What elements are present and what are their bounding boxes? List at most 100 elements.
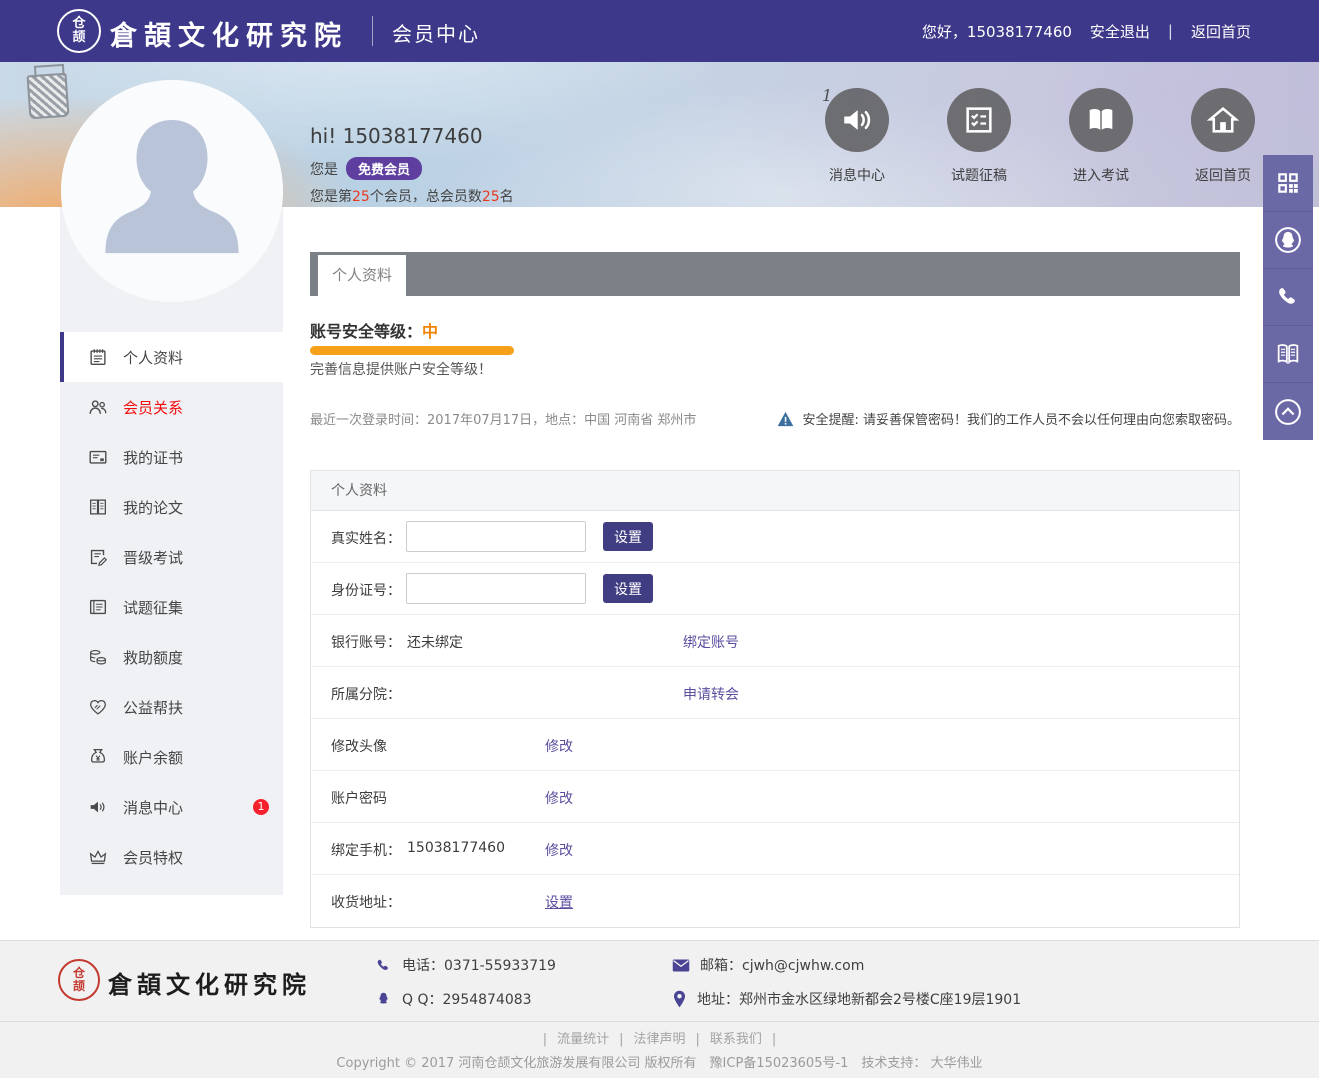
- footer-brand: 倉頡文化研究院: [108, 965, 311, 1000]
- sidebar-item-question-collection[interactable]: 试题征集: [60, 582, 283, 632]
- change-phone-link[interactable]: 修改: [545, 840, 573, 860]
- question-book-icon: [87, 596, 109, 618]
- bind-bank-link[interactable]: 绑定账号: [683, 632, 739, 652]
- coins-icon: [87, 646, 109, 668]
- sidebar-item-label: 会员关系: [123, 397, 183, 418]
- guide-book-button[interactable]: [1263, 326, 1313, 383]
- row-bound-phone: 绑定手机： 15038177460 修改: [311, 823, 1239, 875]
- sidebar-item-label: 我的论文: [123, 497, 183, 518]
- home-link[interactable]: 返回首页: [1191, 21, 1251, 42]
- phone-label: 绑定手机：: [331, 840, 401, 860]
- avatar[interactable]: [61, 80, 283, 302]
- qr-code-icon: [1275, 170, 1301, 196]
- qr-code-button[interactable]: [1263, 155, 1313, 212]
- id-number-input[interactable]: [406, 573, 586, 604]
- sidebar-item-member-relations[interactable]: 会员关系: [60, 382, 283, 432]
- row-real-name: 真实姓名： 设置: [311, 511, 1239, 563]
- bank-label: 银行账号：: [331, 632, 401, 652]
- row-avatar: 修改头像 修改: [311, 719, 1239, 771]
- person-silhouette-icon: [61, 80, 283, 302]
- warning-triangle-icon: [777, 411, 794, 427]
- quick-enter-exam[interactable]: 进入考试: [1051, 88, 1151, 185]
- sidebar-item-profile[interactable]: 个人资料: [60, 332, 283, 382]
- header-divider: [372, 16, 373, 46]
- you-are-label: 您是: [310, 159, 338, 179]
- set-id-number-button[interactable]: 设置: [603, 574, 653, 603]
- logout-link[interactable]: 安全退出: [1090, 21, 1150, 42]
- quick-label: 消息中心: [807, 165, 907, 185]
- qq-label: Q Q：: [402, 992, 443, 1008]
- rank-mid: 个会员，总会员数: [370, 189, 482, 205]
- email-value: cjwh@cjwhw.com: [742, 958, 864, 974]
- footer-address-line: 地址：郑州市金水区绿地新都会2号楼C座19层1901: [672, 987, 1021, 1011]
- sidebar-item-promotion-exam[interactable]: 晋级考试: [60, 532, 283, 582]
- qq-icon: [1273, 225, 1303, 255]
- contact-us-link[interactable]: 联系我们: [710, 1032, 762, 1047]
- traffic-stats-link[interactable]: 流量统计: [557, 1032, 609, 1047]
- member-rank-line: 您是第25个会员，总会员数25名: [310, 186, 514, 206]
- sidebar-item-member-privileges[interactable]: 会员特权: [60, 832, 283, 882]
- sidebar-item-certificates[interactable]: 我的证书: [60, 432, 283, 482]
- sidebar-item-aid-quota[interactable]: 救助额度: [60, 632, 283, 682]
- row-bank-account: 银行账号： 还未绑定 绑定账号: [311, 615, 1239, 667]
- sidebar-item-label: 救助额度: [123, 647, 183, 668]
- sidebar-item-label: 会员特权: [123, 847, 183, 868]
- footer-qq-line: Q Q：2954874083: [375, 987, 556, 1011]
- phone-icon: [1275, 284, 1301, 310]
- sidebar-item-charity[interactable]: 公益帮扶: [60, 682, 283, 732]
- set-address-link[interactable]: 设置: [545, 892, 573, 912]
- brand-title: 倉頡文化研究院: [110, 14, 348, 53]
- security-warning: 安全提醒: 请妥善保管密码！我们的工作人员不会以任何理由向您索取密码。: [777, 409, 1240, 428]
- address-value: 郑州市金水区绿地新都会2号楼C座19层1901: [739, 992, 1021, 1008]
- bank-value: 还未绑定: [407, 632, 463, 652]
- book-icon: [1274, 340, 1302, 368]
- sidebar-item-label: 我的证书: [123, 447, 183, 468]
- quick-label: 试题征稿: [929, 165, 1029, 185]
- rank-prefix: 您是第: [310, 189, 352, 205]
- tab-profile[interactable]: 个人资料: [318, 255, 406, 296]
- quick-question-submission[interactable]: 试题征稿: [929, 88, 1029, 185]
- tab-bar: 个人资料: [310, 252, 1240, 296]
- login-info-row: 最近一次登录时间：2017年07月17日，地点：中国 河南省 郑州市 安全提醒:…: [310, 409, 1240, 428]
- id-number-label: 身份证号：: [331, 580, 401, 600]
- sidebar-item-label: 试题征集: [123, 597, 183, 618]
- heart-hands-icon: [87, 696, 109, 718]
- quick-back-home[interactable]: 返回首页: [1173, 88, 1273, 185]
- sidebar-item-message-center[interactable]: 消息中心 1: [60, 782, 283, 832]
- transfer-request-link[interactable]: 申请转会: [683, 684, 739, 704]
- footer: 仓 颉 倉頡文化研究院 电话：0371-55933719 Q Q：2954874…: [0, 940, 1319, 1078]
- security-level-title: 账号安全等级：中: [310, 318, 438, 342]
- total-members-number: 25: [482, 189, 500, 205]
- quick-message-center[interactable]: 消息中心: [807, 88, 907, 185]
- sidebar-item-balance[interactable]: 账户余额: [60, 732, 283, 782]
- phone-contact-button[interactable]: [1263, 269, 1313, 326]
- row-id-number: 身份证号： 设置: [311, 563, 1239, 615]
- row-branch: 所属分院： 申请转会: [311, 667, 1239, 719]
- free-member-badge: 免费会员: [346, 157, 422, 180]
- portal-title: 会员中心: [392, 18, 480, 47]
- rank-suffix: 名: [500, 189, 514, 205]
- quick-label: 返回首页: [1173, 165, 1273, 185]
- real-name-label: 真实姓名：: [331, 528, 401, 548]
- crown-icon: [87, 846, 109, 868]
- back-to-top-button[interactable]: [1263, 383, 1313, 440]
- sidebar-item-papers[interactable]: 我的论文: [60, 482, 283, 532]
- set-real-name-button[interactable]: 设置: [603, 522, 653, 551]
- sidebar-item-label: 消息中心: [123, 797, 183, 818]
- qq-contact-button[interactable]: [1263, 212, 1313, 269]
- qq-icon: [375, 991, 392, 1008]
- pipe: |: [543, 1032, 547, 1047]
- change-avatar-link[interactable]: 修改: [545, 736, 573, 756]
- footer-links: |流量统计|法律声明|联系我们|: [0, 1028, 1319, 1047]
- certificate-icon: [87, 446, 109, 468]
- legal-notice-link[interactable]: 法律声明: [633, 1032, 685, 1047]
- row-password: 账户密码 修改: [311, 771, 1239, 823]
- sidebar-item-label: 晋级考试: [123, 547, 183, 568]
- email-label: 邮箱：: [700, 958, 742, 974]
- greeting-hi: hi! 15038177460: [310, 124, 514, 148]
- real-name-input[interactable]: [406, 521, 586, 552]
- security-level-value: 中: [422, 322, 438, 341]
- pipe: |: [696, 1032, 700, 1047]
- last-login-text: 最近一次登录时间：2017年07月17日，地点：中国 河南省 郑州市: [310, 409, 696, 428]
- change-password-link[interactable]: 修改: [545, 788, 573, 808]
